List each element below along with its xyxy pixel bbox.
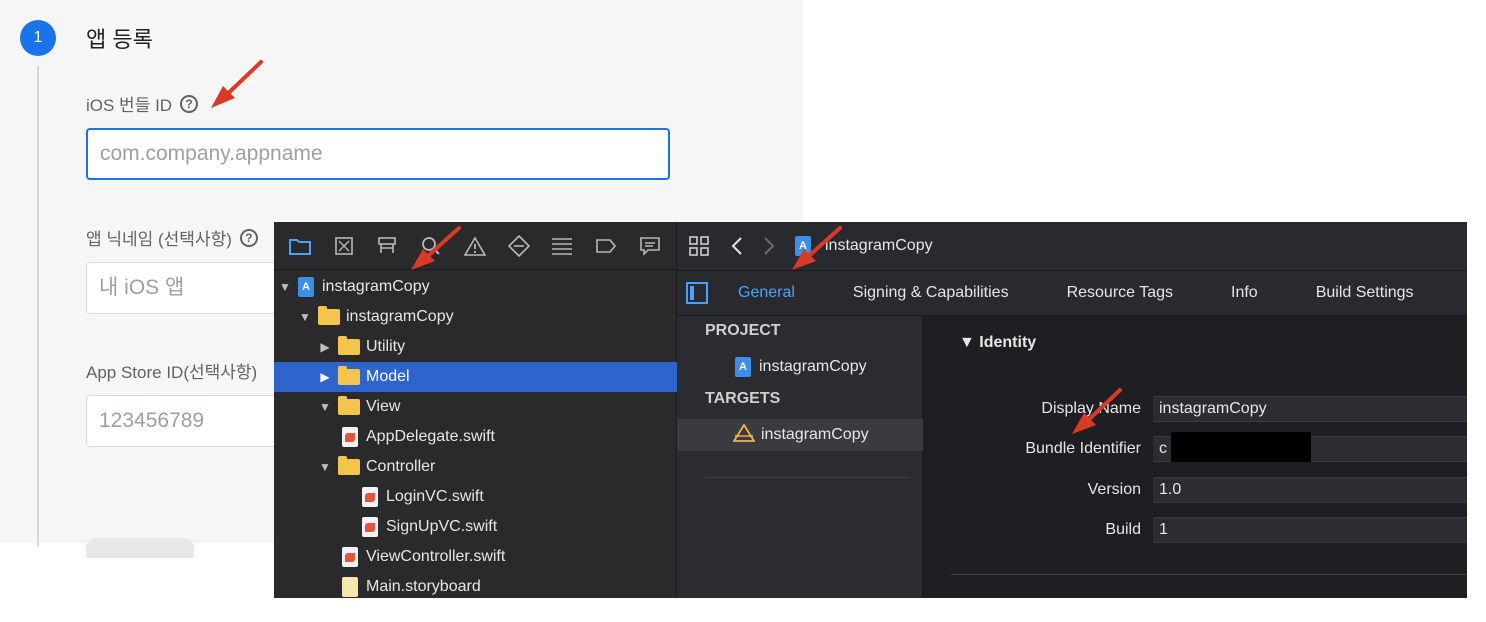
warning-icon[interactable]	[463, 234, 487, 258]
appstore-label-row: App Store ID(선택사항)	[86, 358, 257, 383]
bundle-id-label: iOS 번들 ID	[86, 96, 173, 115]
help-icon[interactable]: ?	[180, 94, 199, 113]
step-title: 앱 등록	[86, 27, 153, 52]
tree-item-label: Model	[366, 368, 410, 385]
tree-item-label: LoginVC.swift	[386, 488, 484, 505]
folder-icon	[338, 456, 360, 475]
project-item-label: instagramCopy	[759, 358, 867, 375]
report-icon[interactable]	[638, 234, 662, 258]
navigator-toolbar	[274, 222, 676, 270]
tab-signing-capabilities[interactable]: Signing & Capabilities	[824, 284, 1038, 302]
disclosure-triangle-icon[interactable]: ▼	[318, 400, 332, 414]
xcode-window: ▼ A instagramCopy ▼ instagramCopy ▶ Util…	[274, 222, 1467, 598]
annotation-arrow-icon	[1072, 388, 1122, 434]
identity-heading[interactable]: ▼ Identity	[959, 334, 1036, 352]
identity-section: ▼ Identity Display Name instagramCopy Bu…	[923, 316, 1467, 598]
tree-item-file[interactable]: Main.storyboard	[274, 572, 744, 598]
disclosure-triangle-icon[interactable]: ▶	[318, 340, 332, 354]
folder-icon[interactable]	[288, 234, 312, 258]
step-number-badge: 1	[20, 20, 56, 56]
tree-item-label: SignUpVC.swift	[386, 518, 498, 535]
folder-icon	[338, 366, 360, 385]
hierarchy-icon[interactable]	[375, 234, 399, 258]
build-field[interactable]: 1	[1153, 517, 1467, 543]
debug-icon[interactable]	[550, 234, 574, 258]
annotation-arrow-icon	[211, 60, 263, 108]
sidebar-toggle-icon[interactable]	[685, 281, 709, 305]
next-button-partial[interactable]	[86, 538, 194, 558]
display-name-field[interactable]: instagramCopy	[1153, 396, 1467, 422]
test-icon[interactable]	[507, 234, 531, 258]
xcodeproj-icon: A	[298, 277, 314, 297]
tree-item-file[interactable]: ViewController.swift	[274, 542, 744, 572]
section-divider	[951, 574, 1467, 575]
back-chevron-icon[interactable]	[725, 234, 749, 258]
tree-item-label: AppDelegate.swift	[366, 428, 495, 445]
help-icon[interactable]: ?	[239, 228, 258, 247]
tree-item-folder-selected[interactable]: ▶ Model	[274, 362, 720, 392]
tab-build-settings[interactable]: Build Settings	[1287, 284, 1443, 302]
folder-icon	[338, 336, 360, 355]
swift-file-icon	[362, 487, 378, 507]
appstore-id-label: App Store ID(선택사항)	[86, 363, 258, 382]
disclosure-triangle-icon[interactable]: ▼	[298, 310, 312, 324]
tree-item-folder[interactable]: ▶ Utility	[274, 332, 720, 362]
tree-item-folder[interactable]: ▼ Controller	[274, 452, 720, 482]
version-label: Version	[1087, 481, 1141, 498]
disclosure-triangle-icon[interactable]: ▶	[318, 370, 332, 384]
targets-section-heading: TARGETS	[705, 390, 781, 407]
tree-item-folder[interactable]: ▼ instagramCopy	[274, 302, 700, 332]
storyboard-file-icon	[342, 577, 358, 597]
folder-icon	[338, 396, 360, 415]
tree-item-label: instagramCopy	[346, 308, 454, 325]
redaction-bar	[1171, 432, 1311, 462]
tree-item-label: instagramCopy	[322, 278, 430, 295]
tree-item-folder[interactable]: ▼ View	[274, 392, 720, 422]
disclosure-triangle-icon[interactable]: ▼	[318, 460, 332, 474]
tree-item-label: Main.storyboard	[366, 578, 481, 595]
bundle-id-input[interactable]	[86, 128, 670, 180]
app-target-icon	[732, 422, 756, 447]
step-connector-line	[37, 66, 39, 546]
tree-item-file[interactable]: AppDelegate.swift	[274, 422, 744, 452]
tree-item-label: ViewController.swift	[366, 548, 506, 565]
section-divider	[705, 477, 910, 478]
grid-icon[interactable]	[687, 234, 711, 258]
tab-general[interactable]: General	[709, 284, 824, 302]
tree-item-label: Utility	[366, 338, 406, 355]
tab-resource-tags[interactable]: Resource Tags	[1038, 284, 1202, 302]
forward-chevron-icon[interactable]	[757, 234, 781, 258]
bundle-id-label-row: iOS 번들 ID ?	[86, 91, 199, 116]
nickname-label: 앱 닉네임 (선택사항)	[86, 230, 232, 249]
nickname-label-row: 앱 닉네임 (선택사항) ?	[86, 225, 258, 250]
swift-file-icon	[342, 427, 358, 447]
project-targets-list: PROJECT A instagramCopy TARGETS instagra…	[677, 316, 978, 598]
swift-file-icon	[342, 547, 358, 567]
editor-tabs: General Signing & Capabilities Resource …	[677, 271, 1467, 316]
breakpoint-icon[interactable]	[594, 234, 618, 258]
project-section-heading: PROJECT	[705, 322, 781, 339]
xcodeproj-icon: A	[735, 357, 751, 377]
project-navigator: ▼ A instagramCopy ▼ instagramCopy ▶ Util…	[274, 222, 720, 598]
target-item-label: instagramCopy	[761, 426, 869, 443]
build-label: Build	[1105, 521, 1141, 538]
version-field[interactable]: 1.0	[1153, 477, 1467, 503]
folder-icon	[318, 306, 340, 325]
tree-item-project[interactable]: ▼ A instagramCopy	[274, 272, 680, 302]
bundle-identifier-label: Bundle Identifier	[1025, 440, 1141, 457]
annotation-arrow-icon	[792, 226, 842, 270]
disclosure-triangle-icon[interactable]: ▼	[278, 280, 292, 294]
source-control-icon[interactable]	[332, 234, 356, 258]
tab-info[interactable]: Info	[1202, 284, 1287, 302]
tree-item-label: Controller	[366, 458, 436, 475]
annotation-arrow-icon	[411, 226, 461, 270]
swift-file-icon	[362, 517, 378, 537]
tree-item-label: View	[366, 398, 401, 415]
